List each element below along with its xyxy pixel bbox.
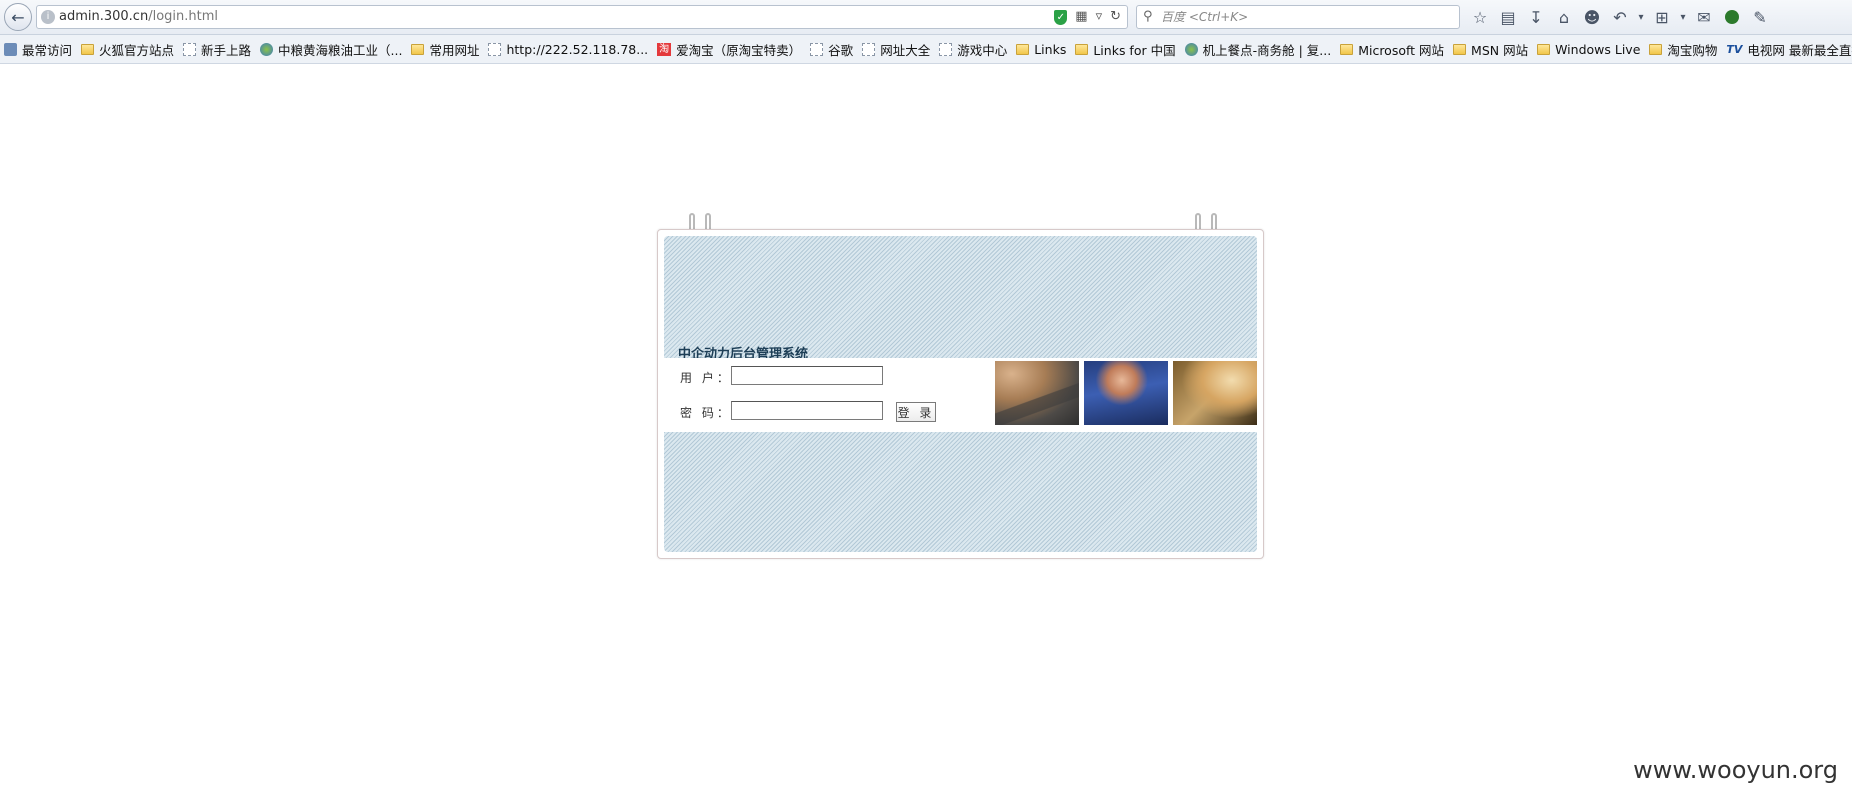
undo-menu-icon[interactable]: ▾ [1634,5,1648,29]
bookmark-item[interactable]: 火狐官方站点 [77,38,179,60]
laptop-photo [995,361,1079,425]
addon-icon[interactable] [1725,10,1739,24]
bookmark-item[interactable]: TV 电视网 最新最全直播... [1722,38,1852,60]
folder-icon [1075,43,1089,55]
home-icon[interactable]: ⌂ [1550,5,1578,29]
bookmark-label: 机上餐点-商务舱 | 复... [1202,42,1332,58]
bookmark-item[interactable]: Microsoft 网站 [1336,38,1449,60]
search-placeholder: 百度 <Ctrl+K> [1161,10,1249,24]
bookmark-label: Links for 中国 [1093,42,1176,58]
tv-icon: TV [1726,42,1743,56]
bookmark-label: 谷歌 [828,42,854,58]
bookmark-star-icon[interactable]: ☆ [1466,5,1494,29]
bookmark-label: http://222.52.118.78... [506,41,649,57]
bookmark-label: Windows Live [1555,41,1641,57]
header-band: 中企动力后台管理系统 [664,236,1257,362]
bookmarks-list-icon[interactable]: ▤ [1494,5,1522,29]
site-favicon-icon [260,42,274,56]
folder-icon [1016,43,1030,55]
bookmark-label: 网址大全 [880,42,931,58]
bookmark-item[interactable]: 谷歌 [806,38,858,60]
address-bar[interactable]: i admin.300.cn/login.html ✓ ▦ ▿ ↻ [36,5,1128,29]
bookmarks-bar: 最常访问 火狐官方站点 新手上路 中粮黄海粮油工业（... 常用网址 http://222… [0,35,1852,64]
bookmark-item[interactable]: 机上餐点-商务舱 | 复... [1181,38,1337,60]
reload-icon[interactable]: ↻ [1110,6,1121,28]
folder-icon [1340,43,1354,55]
dropdown-arrow-icon[interactable]: ▿ [1096,6,1103,28]
watermark: www.wooyun.org [1633,756,1838,784]
menu-icon[interactable]: ✎ [1746,5,1774,29]
back-button[interactable]: ← [4,3,32,31]
page-icon [183,42,197,56]
bookmark-item[interactable]: http://222.52.118.78... [484,38,653,60]
bookmark-label: 火狐官方站点 [99,42,175,58]
businessman-photo [1084,361,1168,425]
bookmark-item[interactable]: Links for 中国 [1071,38,1180,60]
undo-icon[interactable]: ↶ [1606,5,1634,29]
bookmark-label: 淘宝购物 [1667,42,1718,58]
password-input[interactable] [731,401,883,420]
comment-icon[interactable]: ✉ [1690,5,1718,29]
bookmark-label: MSN 网站 [1471,42,1529,58]
folder-icon [81,43,95,55]
address-bar-icons: ✓ ▦ ▿ ↻ [1054,6,1121,28]
bookmark-label: Microsoft 网站 [1358,42,1445,58]
screenshot-icon[interactable]: ⊞ [1648,5,1676,29]
folder-icon [1453,43,1467,55]
bookmark-item[interactable]: 中粮黄海粮油工业（... [256,38,407,60]
url-path: /login.html [148,9,218,24]
handshake-photo [1173,361,1257,425]
password-label: 密 码： [680,406,732,420]
bookmark-label: 游戏中心 [957,42,1008,58]
bookmark-label: Links [1034,41,1067,57]
bookmark-item[interactable]: 淘爱淘宝（原淘宝特卖） [653,38,806,60]
bookmark-label: 常用网址 [429,42,480,58]
bookmark-item[interactable]: Links [1012,38,1071,60]
bookmark-item[interactable]: 最常访问 [0,38,77,60]
login-form: 用 户： 密 码： 登 录 [664,358,1257,431]
url-host: admin.300.cn [59,9,149,24]
bookmark-label: 新手上路 [201,42,252,58]
chat-icon[interactable]: ☻ [1578,5,1606,29]
page-icon [862,42,876,56]
login-button[interactable]: 登 录 [896,402,936,422]
username-label: 用 户： [680,371,732,385]
bookmark-item[interactable]: 淘宝购物 [1645,38,1722,60]
bookmark-label: 爱淘宝（原淘宝特卖） [676,42,802,58]
browser-nav-bar: ← i admin.300.cn/login.html ✓ ▦ ▿ ↻ ⚲ 百度… [0,0,1852,35]
folder-icon [1537,43,1551,55]
search-box[interactable]: ⚲ 百度 <Ctrl+K> [1136,5,1460,29]
bookmark-item[interactable]: 新手上路 [179,38,256,60]
bookmark-label: 最常访问 [22,42,73,58]
site-identity-icon[interactable]: i [41,10,55,24]
most-visited-icon [4,42,17,56]
username-input[interactable] [731,366,883,385]
footer-band [664,432,1257,552]
bookmark-item[interactable]: Windows Live [1533,38,1645,60]
screenshot-menu-icon[interactable]: ▾ [1676,5,1690,29]
bookmark-label: 电视网 最新最全直播... [1747,42,1852,58]
bookmark-item[interactable]: 游戏中心 [935,38,1012,60]
bookmark-item[interactable]: MSN 网站 [1449,38,1533,60]
bookmark-item[interactable]: 网址大全 [858,38,935,60]
page-icon [488,42,502,56]
security-shield-icon[interactable]: ✓ [1054,9,1068,25]
bookmark-item[interactable]: 常用网址 [407,38,484,60]
qr-code-icon[interactable]: ▦ [1075,6,1087,28]
download-icon[interactable]: ↧ [1522,5,1550,29]
url-text: admin.300.cn/login.html [59,6,218,28]
folder-icon [411,43,425,55]
folder-icon [1649,43,1663,55]
browser-toolbar: ☆ ▤ ↧ ⌂ ☻ ↶ ▾ ⊞ ▾ ✉ ✎ [1466,5,1774,29]
site-favicon-icon [1184,42,1198,56]
taobao-icon: 淘 [657,42,672,56]
back-arrow-icon: ← [11,7,25,27]
search-icon: ⚲ [1143,9,1153,24]
page-icon [810,42,824,56]
page-icon [939,42,953,56]
bookmark-label: 中粮黄海粮油工业（... [278,42,403,58]
login-card: 中企动力后台管理系统 用 户： 密 码： 登 录 [657,229,1264,559]
